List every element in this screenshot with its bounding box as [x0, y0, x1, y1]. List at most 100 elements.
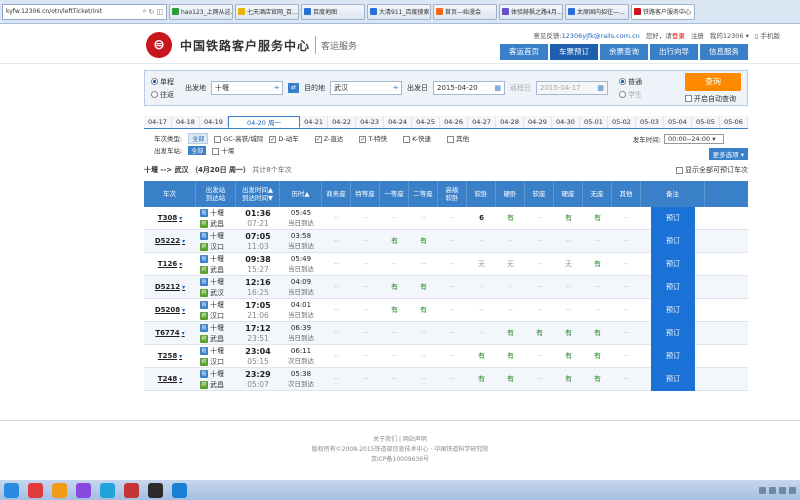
train-number[interactable]: T126 ▾	[144, 253, 196, 276]
train-number[interactable]: T6774 ▾	[144, 322, 196, 345]
filter-t[interactable]: ✓ T-特快	[359, 133, 387, 143]
filter-other[interactable]: 其他	[447, 133, 469, 143]
train-number[interactable]: T248 ▾	[144, 368, 196, 391]
train-number[interactable]: T308 ▾	[144, 207, 196, 230]
train-number[interactable]: T258 ▾	[144, 345, 196, 368]
my-12306-link[interactable]: 我的12306 ▾	[710, 30, 749, 40]
book-button[interactable]: 预订	[651, 275, 695, 299]
swap-stations-icon[interactable]: ⇄	[288, 83, 299, 93]
nav-item[interactable]: 车票预订	[550, 44, 598, 60]
date-tab[interactable]: 05-06	[719, 116, 748, 128]
from-input[interactable]: 十堰 ⌖	[211, 81, 283, 95]
book-button[interactable]: 预订	[651, 229, 695, 253]
filter-z[interactable]: ✓ Z-直达	[314, 133, 343, 143]
browser-tab[interactable]: 体验赫枫之路4月...	[499, 3, 563, 20]
more-options-button[interactable]: 更多选项 ▾	[708, 148, 748, 160]
register-link[interactable]: 注册	[691, 30, 704, 40]
book-button[interactable]: 预订	[651, 252, 695, 276]
nav-item[interactable]: 客运首页	[500, 44, 548, 60]
feedback-email[interactable]: 12306yjfk@rails.com.cn	[562, 32, 640, 40]
taskbar-app-icon[interactable]	[28, 482, 43, 498]
taskbar-app-icon[interactable]	[4, 482, 19, 498]
date-tab[interactable]: 05-04	[663, 116, 692, 128]
date-tab[interactable]: 05-03	[635, 116, 664, 128]
book-button[interactable]: 预订	[651, 298, 695, 322]
search-icon[interactable]: ⌕	[143, 7, 147, 16]
date-tab[interactable]: 04-25	[412, 116, 441, 128]
tray-icon[interactable]	[769, 486, 776, 494]
to-input[interactable]: 武汉 ⌖	[330, 81, 402, 95]
nav-item[interactable]: 信息服务	[700, 44, 748, 60]
date-tab[interactable]: 05-02	[607, 116, 636, 128]
chevron-down-icon: ▾	[181, 329, 185, 337]
auto-query-checkbox[interactable]: 开启自动查询	[685, 94, 741, 104]
radio-oneway[interactable]: 单程	[151, 77, 174, 87]
book-button[interactable]: 预订	[651, 344, 695, 368]
radio-roundtrip[interactable]: 往返	[151, 90, 174, 100]
filter-d[interactable]: ✓ D-动车	[269, 133, 299, 143]
browser-tab[interactable]: 太原国内招往—...	[565, 3, 629, 20]
nav-item[interactable]: 出行向导	[650, 44, 698, 60]
date-tab[interactable]: 04-19	[199, 116, 228, 128]
browser-tab[interactable]: 百度地图	[301, 3, 365, 20]
date-tab[interactable]: 04-26	[440, 116, 469, 128]
train-number[interactable]: D5222 ▾	[144, 230, 196, 253]
browser-tab[interactable]: 首页—始漫会	[433, 3, 497, 20]
date-tab[interactable]: 04-18	[171, 116, 200, 128]
login-link[interactable]: 登录	[672, 32, 685, 40]
mobile-link[interactable]: ▯ 手机版	[755, 30, 780, 40]
show-all-checkbox[interactable]: 显示全部可预订车次	[676, 165, 748, 175]
tray-icon[interactable]	[759, 486, 766, 494]
refresh-icon[interactable]: ↻	[149, 8, 155, 16]
taskbar-app-icon[interactable]	[148, 482, 163, 498]
nav-item[interactable]: 余票查询	[600, 44, 648, 60]
train-number[interactable]: D5208 ▾	[144, 299, 196, 322]
date-tab[interactable]: 04-29	[524, 116, 552, 128]
station-all-button[interactable]: 全部	[188, 145, 207, 155]
browser-tab[interactable]: 铁路客户服务中心	[631, 3, 695, 20]
browser-tab[interactable]: hao123_上网从这...	[169, 3, 233, 20]
filter-k[interactable]: K-快速	[403, 133, 431, 143]
station: 终汉口	[200, 357, 224, 367]
query-button[interactable]: 查询	[685, 72, 741, 91]
date-tab[interactable]: 05-05	[691, 116, 720, 128]
date-tab[interactable]: 04-23	[356, 116, 385, 128]
browser-tab[interactable]: 七天酒店官网_百...	[235, 3, 299, 20]
filter-station[interactable]: 十堰	[212, 145, 234, 155]
footer-links[interactable]: 关于我们 | 网站声明	[0, 435, 800, 445]
date-tab[interactable]: 04-30	[551, 116, 580, 128]
tray-icon[interactable]	[779, 486, 786, 494]
date-tab[interactable]: 04-24	[384, 116, 413, 128]
date-input[interactable]: 2015-04-20 ▦	[433, 81, 505, 95]
book-button[interactable]: 预订	[651, 321, 695, 345]
type-all-button[interactable]: 全部	[188, 132, 209, 144]
date-tab[interactable]: 04-21	[300, 116, 329, 128]
radio-normal[interactable]: 普通	[619, 77, 642, 87]
depart-time-select[interactable]: 00:00--24:00 ▾	[664, 134, 724, 144]
taskbar-app-icon[interactable]	[76, 482, 91, 498]
site-logo[interactable]: ⊜ 中国铁路客户服务中心 客运服务	[146, 32, 357, 58]
train-number[interactable]: D5212 ▾	[144, 276, 196, 299]
date-tab[interactable]: 05-01	[579, 116, 608, 128]
tray-icon[interactable]	[789, 486, 796, 494]
lock-icon[interactable]: ◫	[156, 8, 163, 16]
date-tab[interactable]: 04-22	[328, 116, 357, 128]
date-tab[interactable]: 04-27	[468, 116, 497, 128]
date-tab[interactable]: 04-28	[496, 116, 524, 128]
return-date-input[interactable]: 2015-04-17 ▦	[536, 81, 608, 95]
book-button[interactable]: 预订	[651, 367, 695, 391]
taskbar-app-icon[interactable]	[172, 482, 187, 498]
browser-tab[interactable]: 大清911_百度搜索	[367, 3, 431, 20]
address-bar[interactable]: kyfw.12306.cn/otn/leftTicket/init ⌕ ↻ ◫	[2, 3, 167, 20]
taskbar-app-icon[interactable]	[124, 482, 139, 498]
date-tab[interactable]: 04-20 周一	[227, 116, 301, 128]
date-tab[interactable]: 04-17	[144, 116, 172, 128]
radio-student[interactable]: 学生	[619, 90, 642, 100]
column-header[interactable]: 历时▲	[280, 181, 322, 207]
book-button[interactable]: 预订	[651, 206, 695, 230]
taskbar-app-icon[interactable]	[52, 482, 67, 498]
column-header[interactable]: 出发时间▲ 到达时间▼	[236, 181, 280, 207]
taskbar-app-icon[interactable]	[100, 482, 115, 498]
station-name: 十堰	[210, 231, 224, 240]
filter-gc[interactable]: GC-高铁/城际	[214, 133, 263, 143]
